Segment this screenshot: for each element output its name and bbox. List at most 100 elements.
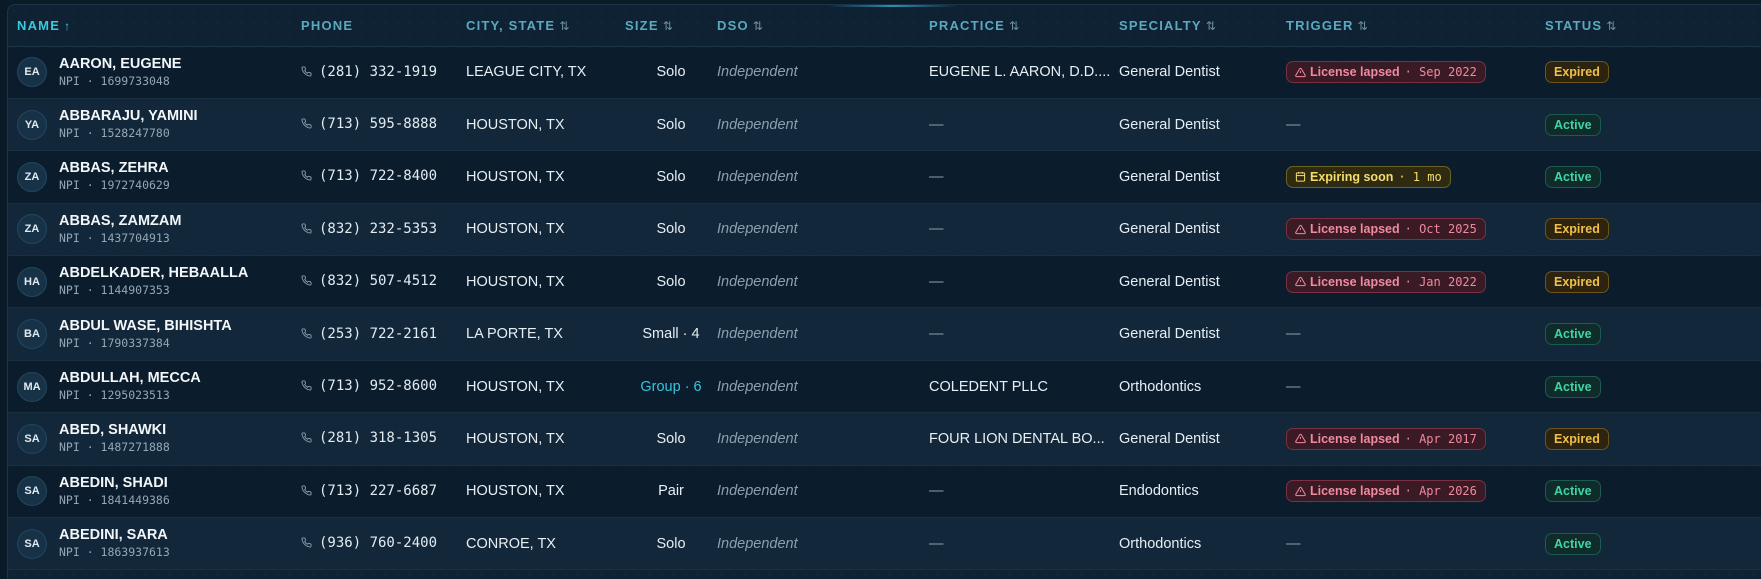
cell-phone: (713) 952-8600: [301, 360, 466, 412]
provider-name[interactable]: ABEDIN, SHADI: [59, 475, 170, 492]
provider-npi: NPI · 1487271888: [59, 440, 170, 455]
provider-name[interactable]: ABDUL WASE, BIHISHTA: [59, 318, 232, 335]
phone-number[interactable]: (713) 722-8400: [319, 168, 437, 184]
phone-number[interactable]: (713) 952-8600: [319, 378, 437, 394]
cell-name: SA ABEDINI, SARA NPI · 1863937613: [8, 518, 301, 570]
sort-toggle-icon[interactable]: ⇅: [1206, 19, 1216, 33]
cell-city-state: HOUSTON, TX: [466, 273, 565, 290]
phone-icon: [301, 327, 313, 343]
practice-name: EUGENE L. AARON, D.D....: [929, 64, 1111, 81]
table-row[interactable]: EA AARON, EUGENE NPI · 1699733048 (281) …: [8, 46, 1761, 99]
sort-toggle-icon[interactable]: ⇅: [753, 19, 763, 33]
trigger-badge[interactable]: Expiring soon · 1 mo: [1286, 165, 1451, 188]
column-header-label: PRACTICE: [929, 17, 1006, 33]
cell-status: Expired: [1545, 203, 1761, 255]
table-row[interactable]: SA ABEDIN, SHADI NPI · 1841449386 (713) …: [8, 465, 1761, 518]
cell-size: Pair: [658, 483, 684, 500]
cell-city-state: HOUSTON, TX: [466, 221, 565, 238]
phone-number[interactable]: (713) 595-8888: [319, 116, 437, 132]
trigger-badge[interactable]: License lapsed · Sep 2022: [1286, 61, 1486, 84]
table-row[interactable]: YA ABBARAJU, YAMINI NPI · 1528247780 (71…: [8, 98, 1761, 151]
cell-phone: (281) 332-1919: [301, 46, 466, 98]
table-row[interactable]: ZA ABBAS, ZAMZAM NPI · 1437704913 (832) …: [8, 203, 1761, 256]
practice-name: —: [929, 535, 944, 552]
cell-name: MA ABDULLAH, MECCA NPI · 1295023513: [8, 360, 301, 412]
cell-practice: —: [929, 98, 1119, 150]
phone-icon: [301, 222, 313, 238]
table-row[interactable]: SA ABED, SHAWKI NPI · 1487271888 (281) 3…: [8, 412, 1761, 466]
sort-toggle-icon[interactable]: ⇅: [1009, 19, 1019, 33]
provider-name[interactable]: ABBARAJU, YAMINI: [59, 108, 198, 125]
trigger-detail: · Oct 2025: [1404, 222, 1477, 237]
status-badge: Expired: [1545, 427, 1609, 450]
sort-ascending-icon[interactable]: ↑: [64, 19, 70, 33]
table-row[interactable]: MA ABDULLAH, MECCA NPI · 1295023513 (713…: [8, 360, 1761, 413]
sort-toggle-icon[interactable]: ⇅: [559, 19, 569, 33]
table-row[interactable]: HA ABDELKADER, HEBAALLA NPI · 1144907353…: [8, 255, 1761, 308]
cell-trigger: —: [1286, 98, 1545, 150]
column-header-label: STATUS: [1545, 17, 1603, 33]
column-header-dso[interactable]: DSO ⇅: [717, 5, 929, 47]
trigger-badge[interactable]: License lapsed · Jan 2022: [1286, 270, 1486, 293]
phone-number[interactable]: (713) 227-6687: [319, 483, 437, 499]
column-header-size[interactable]: SIZE ⇅: [625, 5, 717, 47]
column-header-label: SPECIALTY: [1119, 17, 1202, 33]
trigger-badge[interactable]: License lapsed · Apr 2026: [1286, 480, 1486, 503]
cell-specialty: General Dentist: [1119, 326, 1220, 343]
table-row[interactable]: SA ABEDINI, SARA NPI · 1863937613 (936) …: [8, 517, 1761, 570]
phone-icon: [301, 65, 313, 81]
trigger-badge[interactable]: License lapsed · Apr 2017: [1286, 427, 1486, 450]
phone-number[interactable]: (936) 760-2400: [319, 535, 437, 551]
table-row[interactable]: ZA ABBAS, ZEHRA NPI · 1972740629 (713) 7…: [8, 150, 1761, 204]
no-trigger: —: [1286, 116, 1301, 133]
column-header-city-state[interactable]: CITY, STATE ⇅: [466, 5, 625, 47]
cell-dso: Independent: [717, 116, 798, 133]
sort-toggle-icon[interactable]: ⇅: [1606, 19, 1616, 33]
phone-number[interactable]: (832) 507-4512: [319, 273, 437, 289]
provider-name[interactable]: ABBAS, ZAMZAM: [59, 213, 181, 230]
column-header-specialty[interactable]: SPECIALTY ⇅: [1119, 5, 1286, 47]
trigger-detail: · Sep 2022: [1404, 65, 1477, 80]
column-header-status[interactable]: STATUS ⇅: [1545, 5, 1761, 47]
cell-trigger: License lapsed · Apr 2017: [1286, 413, 1545, 465]
provider-name[interactable]: ABDULLAH, MECCA: [59, 370, 201, 387]
provider-npi: NPI · 1295023513: [59, 388, 170, 403]
trigger-badge[interactable]: License lapsed · Oct 2025: [1286, 218, 1486, 241]
table-row[interactable]: BA ABDUL WASE, BIHISHTA NPI · 1790337384…: [8, 307, 1761, 361]
cell-dso: Independent: [717, 168, 798, 185]
sort-toggle-icon[interactable]: ⇅: [1358, 19, 1368, 33]
warning-icon: [1295, 67, 1310, 78]
status-badge: Active: [1545, 113, 1601, 136]
trigger-detail: · Apr 2017: [1404, 431, 1477, 446]
panel-top-glow: [828, 5, 958, 7]
provider-name[interactable]: ABDELKADER, HEBAALLA: [59, 265, 248, 282]
phone-icon: [301, 274, 313, 290]
column-header-name[interactable]: NAME ↑: [8, 5, 301, 47]
column-header-trigger[interactable]: TRIGGER ⇅: [1286, 5, 1545, 47]
cell-trigger: —: [1286, 308, 1545, 360]
cell-name: ZA ABBAS, ZAMZAM NPI · 1437704913: [8, 203, 301, 255]
provider-name[interactable]: ABBAS, ZEHRA: [59, 160, 170, 177]
phone-number[interactable]: (281) 332-1919: [319, 64, 437, 80]
cell-phone: (832) 507-4512: [301, 256, 466, 308]
column-header-phone[interactable]: PHONE: [301, 5, 466, 47]
sort-toggle-icon[interactable]: ⇅: [663, 19, 673, 33]
cell-status: Active: [1545, 308, 1761, 360]
phone-number[interactable]: (281) 318-1305: [319, 430, 437, 446]
provider-name[interactable]: ABEDINI, SARA: [59, 527, 170, 544]
phone-number[interactable]: (832) 232-5353: [319, 221, 437, 237]
cell-name: SA ABED, SHAWKI NPI · 1487271888: [8, 413, 301, 465]
cell-name: SA ABEDIN, SHADI NPI · 1841449386: [8, 465, 301, 517]
phone-number[interactable]: (253) 722-2161: [319, 326, 437, 342]
avatar: ZA: [17, 161, 47, 192]
cell-name: EA AARON, EUGENE NPI · 1699733048: [8, 46, 301, 98]
avatar: SA: [17, 528, 47, 559]
column-header-practice[interactable]: PRACTICE ⇅: [929, 5, 1119, 47]
provider-name[interactable]: ABED, SHAWKI: [59, 422, 170, 439]
cell-size[interactable]: Group · 6: [625, 360, 717, 412]
provider-name[interactable]: AARON, EUGENE: [59, 56, 181, 73]
phone-icon: [301, 117, 313, 133]
cell-dso: Independent: [717, 378, 798, 395]
cell-dso: Independent: [717, 273, 798, 290]
practice-name: —: [929, 116, 944, 133]
